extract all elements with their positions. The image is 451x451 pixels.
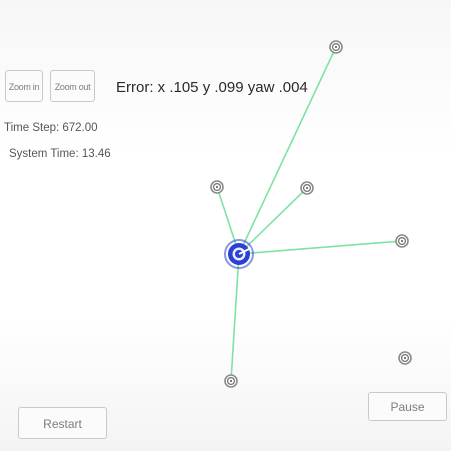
sensor-link (238, 240, 403, 255)
zoom-in-button[interactable]: Zoom in (5, 70, 43, 102)
landmark-icon (395, 234, 409, 248)
error-readout: Error: x .105 y .099 yaw .004 (116, 79, 308, 96)
sensor-link (230, 253, 240, 382)
pause-button[interactable]: Pause (368, 392, 447, 421)
restart-button[interactable]: Restart (18, 407, 107, 439)
landmark-icon (300, 181, 314, 195)
simulation-canvas[interactable]: Zoom in Zoom out Error: x .105 y .099 ya… (0, 0, 451, 451)
zoom-out-button[interactable]: Zoom out (50, 70, 95, 102)
landmark-icon (210, 180, 224, 194)
robot-icon (224, 239, 254, 269)
sensor-links (216, 46, 403, 382)
time-step-label: Time Step: 672.00 (4, 122, 98, 134)
landmark-icon (224, 374, 238, 388)
system-time-label: System Time: 13.46 (9, 148, 111, 160)
landmark-icon (329, 40, 343, 54)
landmark-icon (398, 351, 412, 365)
scene-svg (210, 40, 412, 388)
